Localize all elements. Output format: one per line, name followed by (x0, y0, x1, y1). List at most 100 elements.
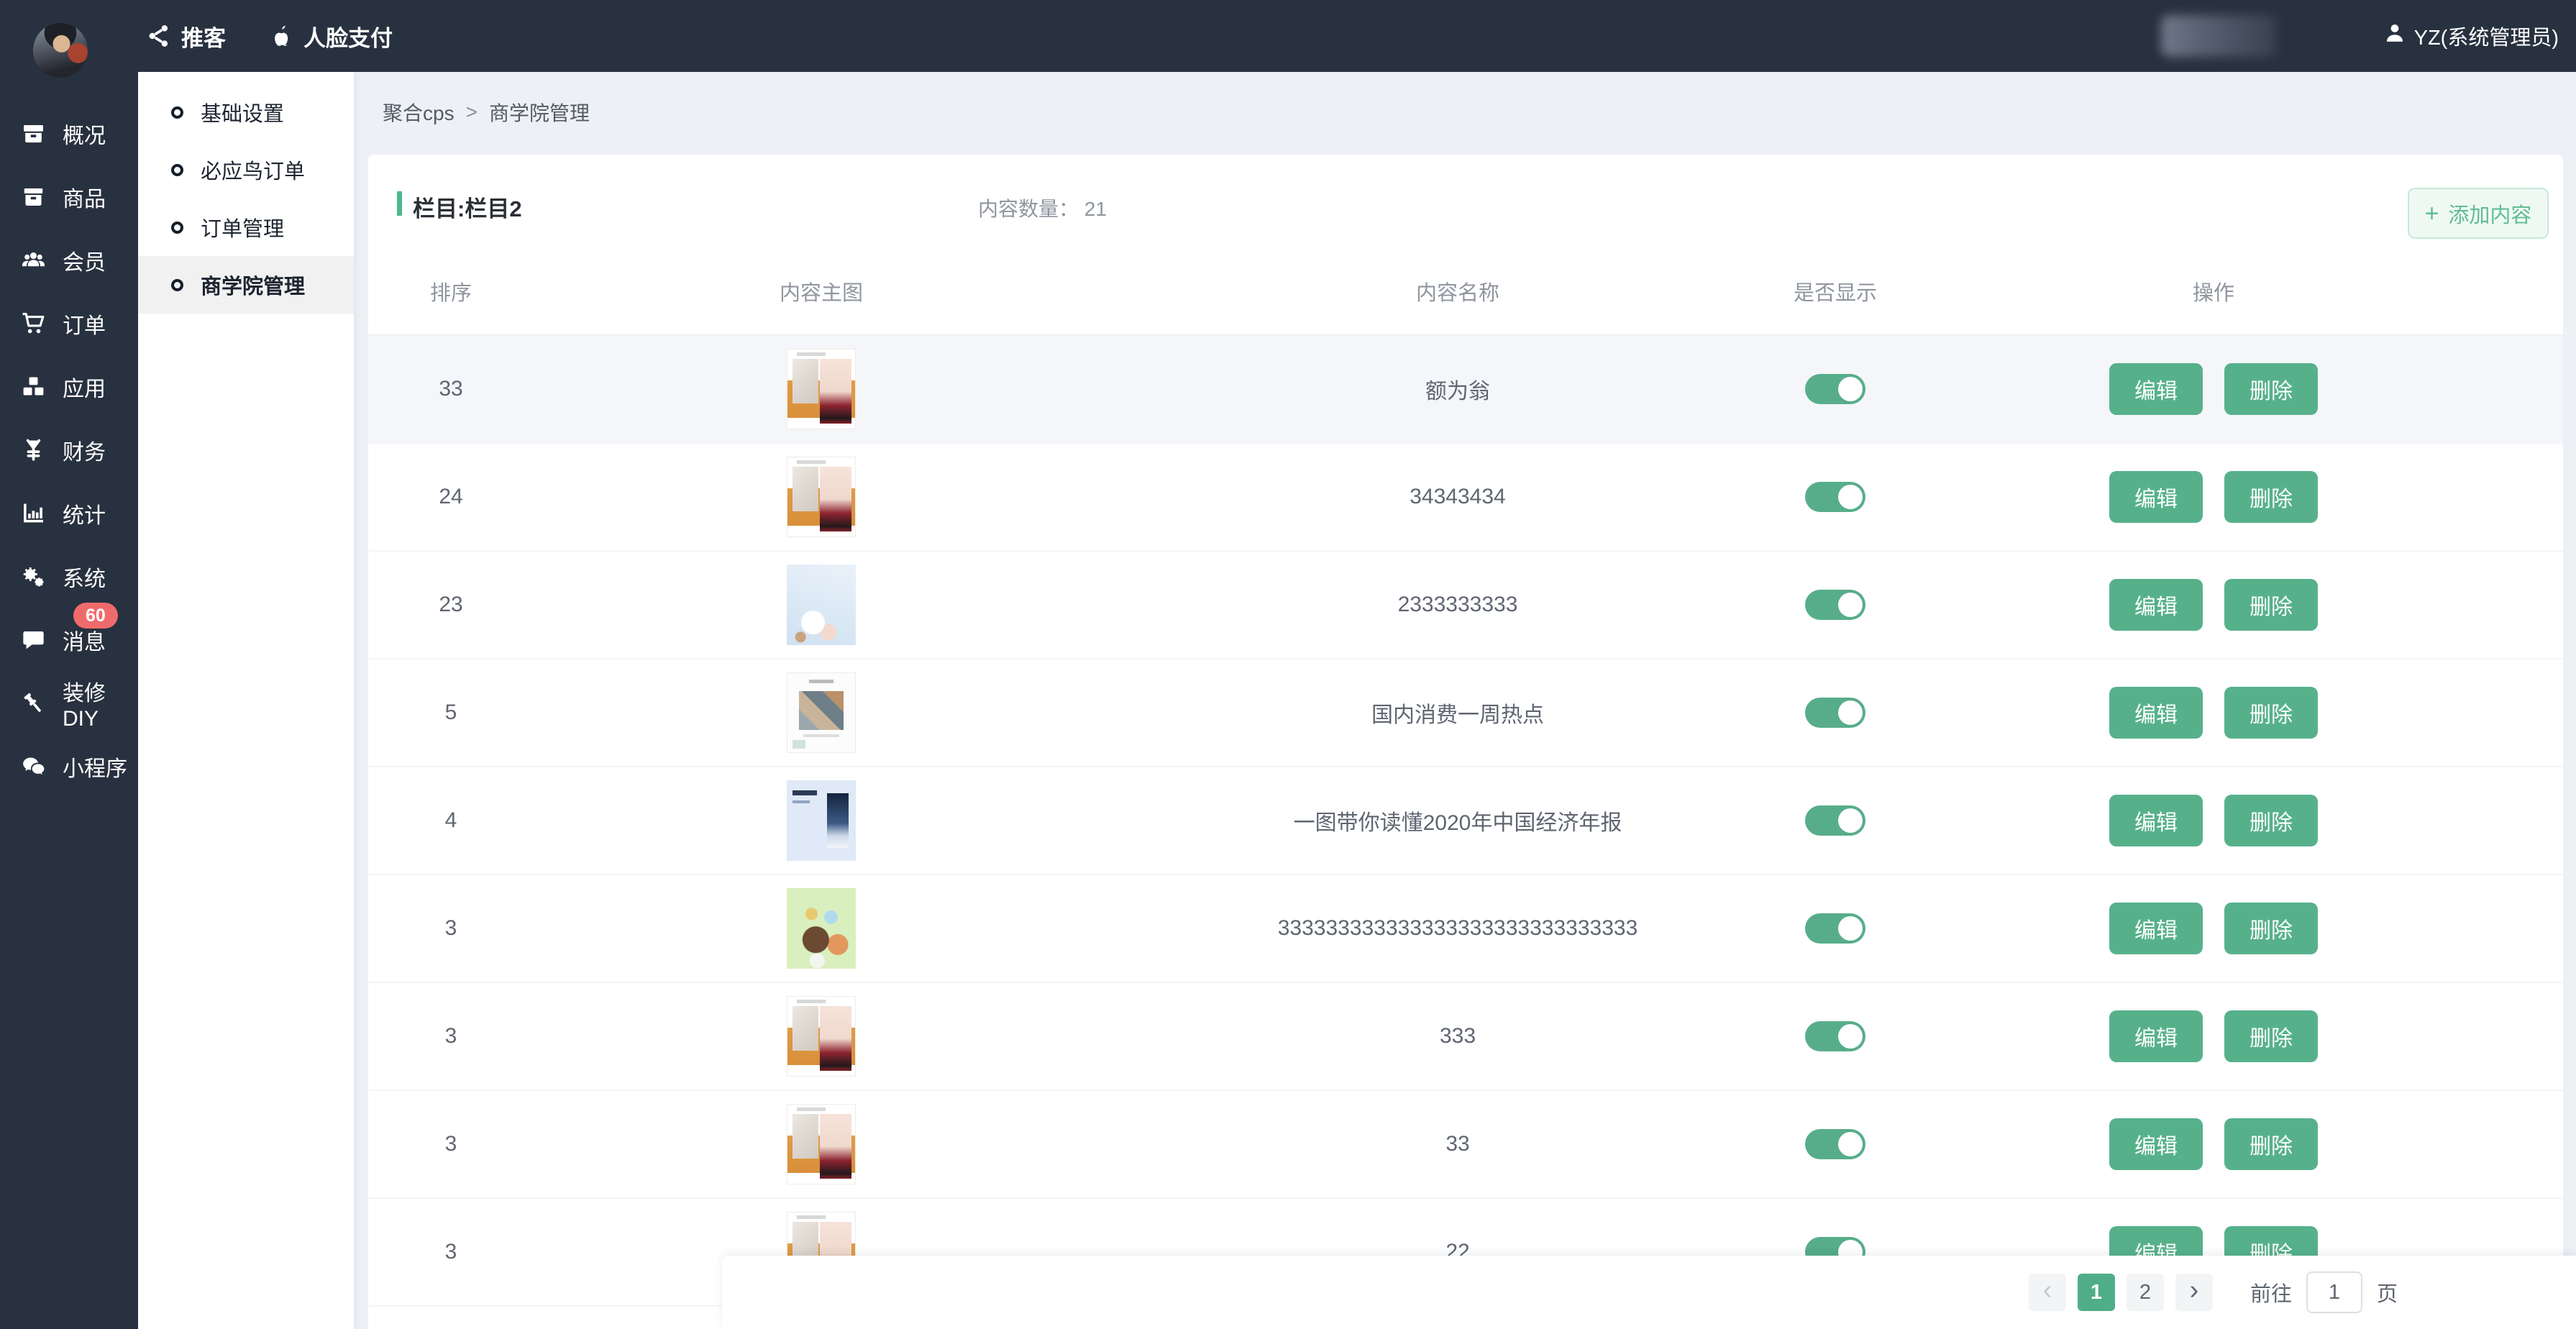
circle-bullet-icon (171, 164, 183, 176)
breadcrumb: 聚合cps>商学院管理 (383, 98, 590, 127)
visibility-toggle-on[interactable] (1805, 482, 1865, 512)
page-button-2[interactable]: 2 (2127, 1274, 2164, 1311)
sidebar-item-system[interactable]: 系统 (0, 545, 138, 608)
edit-button[interactable]: 编辑 (2109, 1010, 2203, 1062)
row-visible-cell (1778, 590, 1893, 620)
user-label: YZ(系统管理员) (2414, 21, 2559, 51)
user-menu[interactable]: YZ(系统管理员) (2384, 21, 2559, 51)
sidebar-item-stats[interactable]: 统计 (0, 482, 138, 545)
row-sort-value: 4 (397, 808, 505, 833)
add-content-button[interactable]: + 添加内容 (2408, 188, 2549, 239)
prev-page-button chevron-left-icon[interactable]: ‹ (2029, 1274, 2066, 1311)
sidebar-item-apps[interactable]: 应用 (0, 355, 138, 419)
delete-button[interactable]: 删除 (2224, 363, 2318, 415)
row-thumb-cell (505, 780, 1138, 861)
visibility-toggle-on[interactable] (1805, 1021, 1865, 1051)
visibility-toggle-on[interactable] (1805, 805, 1865, 836)
sidebar-item-label: 商品 (63, 181, 106, 213)
delete-button[interactable]: 删除 (2224, 903, 2318, 954)
row-content-name: 国内消费一周热点 (1138, 697, 1778, 729)
sidebar-item-label: 概况 (63, 118, 106, 150)
sidebar-item-label: 应用 (63, 371, 106, 403)
visibility-toggle-on[interactable] (1805, 1129, 1865, 1159)
unread-count-badge: 60 (73, 603, 118, 629)
row-visible-cell (1778, 1129, 1893, 1159)
delete-button[interactable]: 删除 (2224, 579, 2318, 631)
content-thumbnail-flower (787, 565, 856, 645)
gavel-icon (20, 691, 47, 716)
page-buttons: 12 (2072, 1274, 2170, 1311)
delete-button[interactable]: 删除 (2224, 1010, 2318, 1062)
page-button-1[interactable]: 1 (2078, 1274, 2115, 1311)
sidebar-item-members[interactable]: 会员 (0, 229, 138, 292)
edit-button[interactable]: 编辑 (2109, 363, 2203, 415)
top-menu-item-face-pay[interactable]: 人脸支付 (269, 20, 393, 52)
content-count-value: 21 (1084, 198, 1107, 220)
breadcrumb-separator: > (466, 101, 478, 124)
visibility-toggle-on[interactable] (1805, 590, 1865, 620)
table-row: 33额为翁编辑删除 (368, 336, 2563, 444)
row-thumb-cell (505, 996, 1138, 1077)
top-navbar: 推客 人脸支付 YZ(系统管理员) (0, 0, 2576, 72)
row-sort-value: 3 (397, 1024, 505, 1049)
box-icon (20, 185, 47, 209)
gears-icon (20, 565, 47, 589)
title-accent-bar (397, 191, 402, 216)
sidebar-item-decorate-diy[interactable]: 装修DIY (0, 672, 138, 735)
table-body: 33额为翁编辑删除2434343434编辑删除232333333333编辑删除5… (368, 336, 2563, 1307)
delete-button[interactable]: 删除 (2224, 471, 2318, 523)
delete-button[interactable]: 删除 (2224, 795, 2318, 846)
table-row: 333编辑删除 (368, 1091, 2563, 1199)
comment-icon (20, 628, 47, 652)
sidebar-item-label: 装修DIY (63, 675, 138, 731)
sidebar-item-finance[interactable]: 财务 (0, 419, 138, 482)
edit-button[interactable]: 编辑 (2109, 795, 2203, 846)
edit-button[interactable]: 编辑 (2109, 687, 2203, 739)
sidebar-item-label: 财务 (63, 434, 106, 466)
submenu-item-basic-settings[interactable]: 基础设置 (138, 83, 354, 141)
row-visible-cell (1778, 374, 1893, 404)
top-menu-item-tuike[interactable]: 推客 (147, 20, 226, 52)
sidebar-item-goods[interactable]: 商品 (0, 165, 138, 229)
edit-button[interactable]: 编辑 (2109, 471, 2203, 523)
edit-button[interactable]: 编辑 (2109, 903, 2203, 954)
row-content-name: 一图带你读懂2020年中国经济年报 (1138, 805, 1778, 836)
submenu-item-biyingniao-orders[interactable]: 必应鸟订单 (138, 141, 354, 198)
user-avatar[interactable] (33, 23, 88, 78)
topbar-right: YZ(系统管理员) (2161, 0, 2559, 72)
top-menu-label: 推客 (181, 20, 226, 52)
row-actions-cell: 编辑删除 (1893, 579, 2534, 631)
table-row: 232333333333编辑删除 (368, 552, 2563, 659)
delete-button[interactable]: 删除 (2224, 687, 2318, 739)
sidebar-item-messages[interactable]: 消息60 (0, 608, 138, 672)
edit-button[interactable]: 编辑 (2109, 579, 2203, 631)
delete-button[interactable]: 删除 (2224, 1118, 2318, 1170)
content-thumbnail-fashion-collage (787, 1104, 856, 1184)
row-sort-value: 24 (397, 485, 505, 509)
sidebar-item-mini-program[interactable]: 小程序 (0, 735, 138, 798)
row-thumb-cell (505, 565, 1138, 645)
sidebar-item-orders[interactable]: 订单 (0, 292, 138, 355)
edit-button[interactable]: 编辑 (2109, 1118, 2203, 1170)
sidebar-item-overview[interactable]: 概况 (0, 102, 138, 165)
submenu-item-label: 商学院管理 (201, 270, 305, 300)
submenu-item-label: 订单管理 (201, 212, 284, 242)
visibility-toggle-on[interactable] (1805, 698, 1865, 728)
submenu-item-label: 必应鸟订单 (201, 155, 305, 185)
panel-title: 栏目:栏目2 (397, 191, 522, 223)
row-actions-cell: 编辑删除 (1893, 795, 2534, 846)
breadcrumb-item[interactable]: 聚合cps (383, 98, 455, 127)
visibility-toggle-on[interactable] (1805, 913, 1865, 944)
submenu-item-order-management[interactable]: 订单管理 (138, 198, 354, 256)
row-sort-value: 3 (397, 1240, 505, 1264)
goto-page-input[interactable] (2306, 1271, 2362, 1313)
sidebar-menu: 概况商品会员订单应用财务统计系统消息60装修DIY小程序 (0, 102, 138, 798)
row-thumb-cell (505, 457, 1138, 537)
submenu-item-business-school[interactable]: 商学院管理 (138, 256, 354, 314)
content-count: 内容数量： 21 (978, 193, 1107, 222)
content-count-label: 内容数量： (978, 198, 1079, 220)
next-page-button chevron-right-icon[interactable]: › (2175, 1274, 2213, 1311)
visibility-toggle-on[interactable] (1805, 374, 1865, 404)
row-content-name: 333333333333333333333333333333 (1138, 916, 1778, 941)
table-header-row: 排序内容主图内容名称是否显示操作 (368, 248, 2563, 336)
